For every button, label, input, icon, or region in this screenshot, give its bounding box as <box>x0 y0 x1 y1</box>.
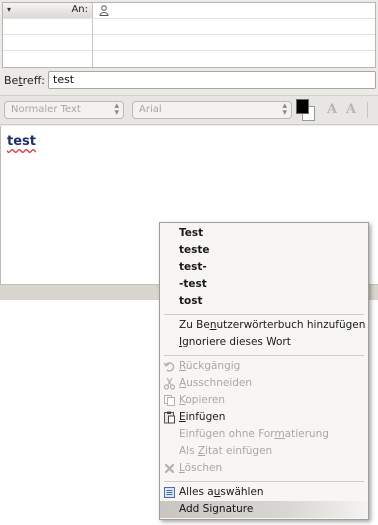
menu-item-cut[interactable]: Ausschneiden <box>160 375 368 392</box>
menu-label-part: itat einfügen <box>205 445 273 457</box>
menu-item-suggestion[interactable]: tost <box>160 293 368 310</box>
paste-icon <box>164 411 175 424</box>
delete-icon <box>164 463 175 474</box>
undo-icon <box>163 362 175 372</box>
recipient-row[interactable] <box>3 35 375 51</box>
menu-item-paste[interactable]: Einfügen <box>160 409 368 426</box>
select-all-icon <box>164 487 175 498</box>
menu-label-part: utzerwörterbuch hinzufügen <box>216 319 366 331</box>
updown-arrows-icon: ▴ ▾ <box>114 101 119 118</box>
menu-label-part: opieren <box>185 394 226 406</box>
recipient-type-cell <box>3 51 93 67</box>
menu-item-paste-without-formatting[interactable]: Einfügen ohne Formatierung <box>160 426 368 443</box>
compose-window: ▾ An: Betreff: test Normaler Text ▴ ▾ Ari… <box>0 0 378 525</box>
decrease-font-size-icon[interactable]: A <box>324 102 340 118</box>
recipient-type-select[interactable]: ▾ An: <box>3 3 93 18</box>
menu-item-add-signature[interactable]: Add Signature <box>160 501 368 518</box>
menu-item-suggestion[interactable]: teste <box>160 242 368 259</box>
menu-label-mnemonic: E <box>179 411 186 423</box>
increase-font-size-icon[interactable]: A <box>343 102 359 118</box>
menu-label-part: atierung <box>284 428 329 440</box>
text-color-swatch[interactable] <box>296 99 309 114</box>
menu-item-add-to-dictionary[interactable]: Zu Benutzerwörterbuch hinzufügen <box>160 317 368 334</box>
person-icon <box>99 5 109 16</box>
subject-input[interactable]: test <box>48 71 376 89</box>
menu-label-mnemonic: n <box>209 319 217 331</box>
misspelled-word[interactable]: test <box>7 134 36 149</box>
recipient-type-label: An: <box>71 4 88 15</box>
recipient-type-cell <box>3 19 93 34</box>
menu-label-part: swählen <box>220 486 264 498</box>
updown-arrows-icon: ▴ ▾ <box>282 101 287 118</box>
menu-item-delete[interactable]: Löschen <box>160 460 368 477</box>
menu-label-part: Als <box>179 445 198 457</box>
menu-item-undo[interactable]: Rückgängig <box>160 358 368 375</box>
menu-label-part: ückgängig <box>185 360 241 372</box>
text-color-picker[interactable] <box>296 99 316 121</box>
menu-label-part: usschneiden <box>186 377 253 389</box>
menu-label-part: öschen <box>184 462 223 474</box>
format-toolbar: Normaler Text ▴ ▾ Arial ▴ ▾ A A <box>0 95 378 125</box>
menu-item-ignore-word[interactable]: Ignoriere dieses Wort <box>160 334 368 351</box>
menu-item-suggestion[interactable]: -test <box>160 276 368 293</box>
recipient-row[interactable]: ▾ An: <box>3 3 375 19</box>
menu-label-part: Alles a <box>179 486 214 498</box>
menu-item-suggestion[interactable]: Test <box>160 225 368 242</box>
toolbar-separator <box>367 102 368 118</box>
scissors-icon <box>163 377 176 390</box>
recipient-type-cell <box>3 35 93 50</box>
recipient-row[interactable] <box>3 19 375 35</box>
menu-item-paste-as-quote[interactable]: Als Zitat einfügen <box>160 443 368 460</box>
menu-label-part: Zu Be <box>179 319 210 331</box>
menu-separator <box>164 481 364 482</box>
recipient-row[interactable] <box>3 51 375 67</box>
menu-item-select-all[interactable]: Alles auswählen <box>160 484 368 501</box>
menu-label-mnemonic: R <box>179 360 186 372</box>
font-select[interactable]: Arial ▴ ▾ <box>132 101 292 119</box>
menu-label-mnemonic: m <box>274 428 285 440</box>
paragraph-format-value: Normaler Text <box>11 104 81 115</box>
subject-label-part: Be <box>4 74 19 87</box>
dropdown-arrow-icon: ▾ <box>7 5 12 14</box>
menu-separator <box>164 314 364 315</box>
recipients-table: ▾ An: <box>2 2 376 68</box>
font-value: Arial <box>139 104 162 115</box>
context-menu: Test teste test- -test tost Zu Benutzerw… <box>159 222 369 520</box>
paragraph-format-select[interactable]: Normaler Text ▴ ▾ <box>4 101 124 119</box>
menu-item-copy[interactable]: Kopieren <box>160 392 368 409</box>
menu-item-suggestion[interactable]: test- <box>160 259 368 276</box>
subject-label-part: reff: <box>22 74 45 87</box>
subject-label: Betreff: <box>4 74 45 87</box>
subject-value: test <box>53 73 75 86</box>
menu-separator <box>164 355 364 356</box>
copy-icon <box>164 395 175 406</box>
menu-label-part: infügen <box>185 411 226 423</box>
menu-label-part: gnoriere dieses Wort <box>182 336 291 348</box>
menu-label-part: Einfügen ohne For <box>179 428 275 440</box>
